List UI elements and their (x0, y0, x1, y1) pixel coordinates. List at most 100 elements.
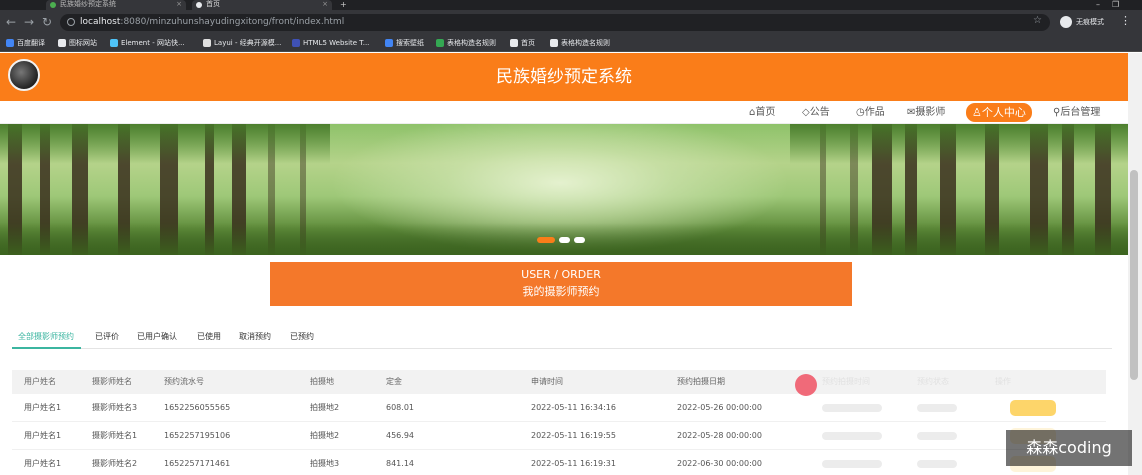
blurred-cell (917, 432, 957, 440)
profile-label: 无痕模式 (1076, 18, 1104, 26)
bookmark-icon (58, 39, 66, 47)
table-cell: 摄影师姓名2 (92, 459, 138, 468)
status-tab[interactable]: 已预约 (290, 331, 314, 343)
banner-carousel[interactable] (0, 124, 1128, 255)
table-row[interactable]: 用户姓名1 摄影师姓名3 1652256055565 拍摄地2 608.01 2022-0… (12, 394, 1106, 422)
restore-icon[interactable]: ❐ (1112, 0, 1119, 9)
bookmark-icon (203, 39, 211, 47)
site-title: 民族婚纱预定系统 (496, 67, 632, 87)
bookmark-item[interactable]: 百度翻译 (6, 38, 45, 48)
table-cell: 用户姓名1 (24, 431, 62, 440)
status-tab[interactable]: 已用户确认 (137, 331, 177, 343)
forward-icon[interactable]: → (24, 14, 34, 30)
table-cell: 1652257195106 (164, 431, 231, 440)
active-tab-underline (12, 347, 81, 349)
new-tab-button[interactable]: + (340, 0, 347, 9)
nav-item-3[interactable]: ◷作品 (856, 104, 885, 121)
nav-item-1[interactable]: ⌂首页 (749, 104, 775, 121)
bookmark-label: HTML5 Website T... (303, 39, 370, 47)
column-header: 预约状态 (917, 377, 949, 386)
screen: 民族婚纱预定系统 × 首页 × + – ❐ ← → ↻ localhost:80… (0, 0, 1142, 475)
bookmark-label: 图标网站 (69, 39, 97, 47)
nav-item-label: 摄影师 (915, 107, 946, 118)
bookmark-icon (6, 39, 14, 47)
table-cell: 1652256055565 (164, 403, 231, 412)
carousel-dot[interactable] (574, 237, 585, 243)
bookmarks-bar: 百度翻译 图标网站 Element - 网站快... Layui - 经典开源模...… (0, 34, 1142, 52)
bookmark-star-icon[interactable]: ☆ (1033, 15, 1042, 26)
table-cell: 2022-05-26 00:00:00 (677, 403, 762, 412)
table-cell: 2022-06-30 00:00:00 (677, 459, 762, 468)
site-header: 民族婚纱预定系统 (0, 53, 1128, 101)
bookmark-item[interactable]: 表格构造名规则 (550, 38, 610, 48)
nav-item-5[interactable]: ♙个人中心 (966, 103, 1032, 122)
action-button[interactable] (1010, 400, 1056, 416)
profile-button[interactable]: 无痕模式 (1060, 14, 1104, 30)
table-row[interactable]: 用户姓名1 摄影师姓名1 1652257195106 拍摄地2 456.94 2022-0… (12, 422, 1106, 450)
browser-tab-label: 民族婚纱预定系统 (60, 0, 116, 8)
bookmark-item[interactable]: Layui - 经典开源模... (203, 38, 281, 48)
status-tabs: 全部摄影师预约 已评价 已用户确认 已使用 取消预约 已预约 (12, 326, 1112, 349)
back-icon[interactable]: ← (6, 14, 16, 30)
column-header: 用户姓名 (24, 377, 56, 386)
table-cell: 2022-05-28 00:00:00 (677, 431, 762, 440)
nav-item-4[interactable]: ✉摄影师 (907, 104, 945, 121)
info-icon[interactable] (67, 18, 75, 26)
bookmark-icon (385, 39, 393, 47)
close-tab-icon[interactable]: × (176, 0, 182, 9)
bookmark-label: Layui - 经典开源模... (214, 39, 282, 47)
browser-tab[interactable]: 民族婚纱预定系统 × (46, 0, 186, 10)
table-cell: 2022-05-11 16:19:31 (531, 459, 616, 468)
table-cell: 608.01 (386, 403, 414, 412)
table-cell: 拍摄地2 (310, 431, 340, 440)
status-tab[interactable]: 全部摄影师预约 (18, 331, 74, 343)
column-header: 定金 (386, 377, 402, 386)
column-header: 预约拍摄日期 (677, 377, 725, 386)
carousel-dot[interactable] (537, 237, 555, 243)
nav-item-2[interactable]: ◇公告 (802, 104, 830, 121)
status-tab[interactable]: 已使用 (197, 331, 221, 343)
order-title-en: USER / ORDER (521, 268, 601, 281)
table-cell: 456.94 (386, 431, 414, 440)
table-cell: 2022-05-11 16:19:55 (531, 431, 616, 440)
bookmark-icon (436, 39, 444, 47)
favicon-icon (196, 2, 202, 8)
address-bar[interactable]: localhost:8080/minzuhunshayudingxitong/f… (60, 14, 1050, 31)
bookmark-item[interactable]: HTML5 Website T... (292, 38, 369, 48)
bookmark-item[interactable]: 图标网站 (58, 38, 97, 48)
reload-icon[interactable]: ↻ (42, 14, 52, 30)
table-cell: 841.14 (386, 459, 414, 468)
browser-tab-active[interactable]: 首页 × (192, 0, 332, 10)
table-cell: 用户姓名1 (24, 459, 62, 468)
carousel-dot[interactable] (559, 237, 570, 243)
close-tab-icon[interactable]: × (322, 0, 328, 9)
table-row[interactable]: 用户姓名1 摄影师姓名2 1652257171461 拍摄地3 841.14 2022-0… (12, 450, 1106, 475)
favicon-icon (50, 2, 56, 8)
table-header: 用户姓名 摄影师姓名 预约流水号 拍摄地 定金 申请时间 预约拍摄日期 预约拍摄时间 预约状态 操… (12, 370, 1106, 394)
bookmark-label: 搜索壁纸 (396, 39, 424, 47)
tag-icon: ◇ (802, 107, 810, 118)
url-text: localhost:8080/minzuhunshayudingxitong/f… (80, 15, 344, 30)
status-tab[interactable]: 取消预约 (239, 331, 271, 343)
bookmark-item[interactable]: 搜索壁纸 (385, 38, 424, 48)
more-menu-icon[interactable]: ⋮ (1120, 14, 1131, 27)
bookmark-icon (550, 39, 558, 47)
blurred-cell (917, 404, 957, 412)
bookmark-item[interactable]: Element - 网站快... (110, 38, 185, 48)
bookmark-item[interactable]: 首页 (510, 38, 535, 48)
column-header: 摄影师姓名 (92, 377, 132, 386)
bookmark-item[interactable]: 表格构造名规则 (436, 38, 496, 48)
main-nav: ⌂首页 ◇公告 ◷作品 ✉摄影师 ♙个人中心 ⚲后台管理 (0, 101, 1128, 124)
column-header: 操作 (995, 377, 1011, 386)
nav-item-6[interactable]: ⚲后台管理 (1053, 104, 1100, 121)
scrollbar-thumb[interactable] (1130, 170, 1138, 380)
clock-icon: ◷ (856, 107, 865, 118)
url-path: :8080/minzuhunshayudingxitong/front/inde… (120, 17, 345, 27)
blurred-cell (822, 460, 882, 468)
bookmark-label: 表格构造名规则 (447, 39, 496, 47)
status-tab[interactable]: 已评价 (95, 331, 119, 343)
order-section-title: USER / ORDER 我的摄影师预约 (270, 262, 852, 306)
minimize-icon[interactable]: – (1096, 0, 1100, 9)
column-header: 预约流水号 (164, 377, 204, 386)
nav-item-label: 公告 (809, 107, 830, 118)
